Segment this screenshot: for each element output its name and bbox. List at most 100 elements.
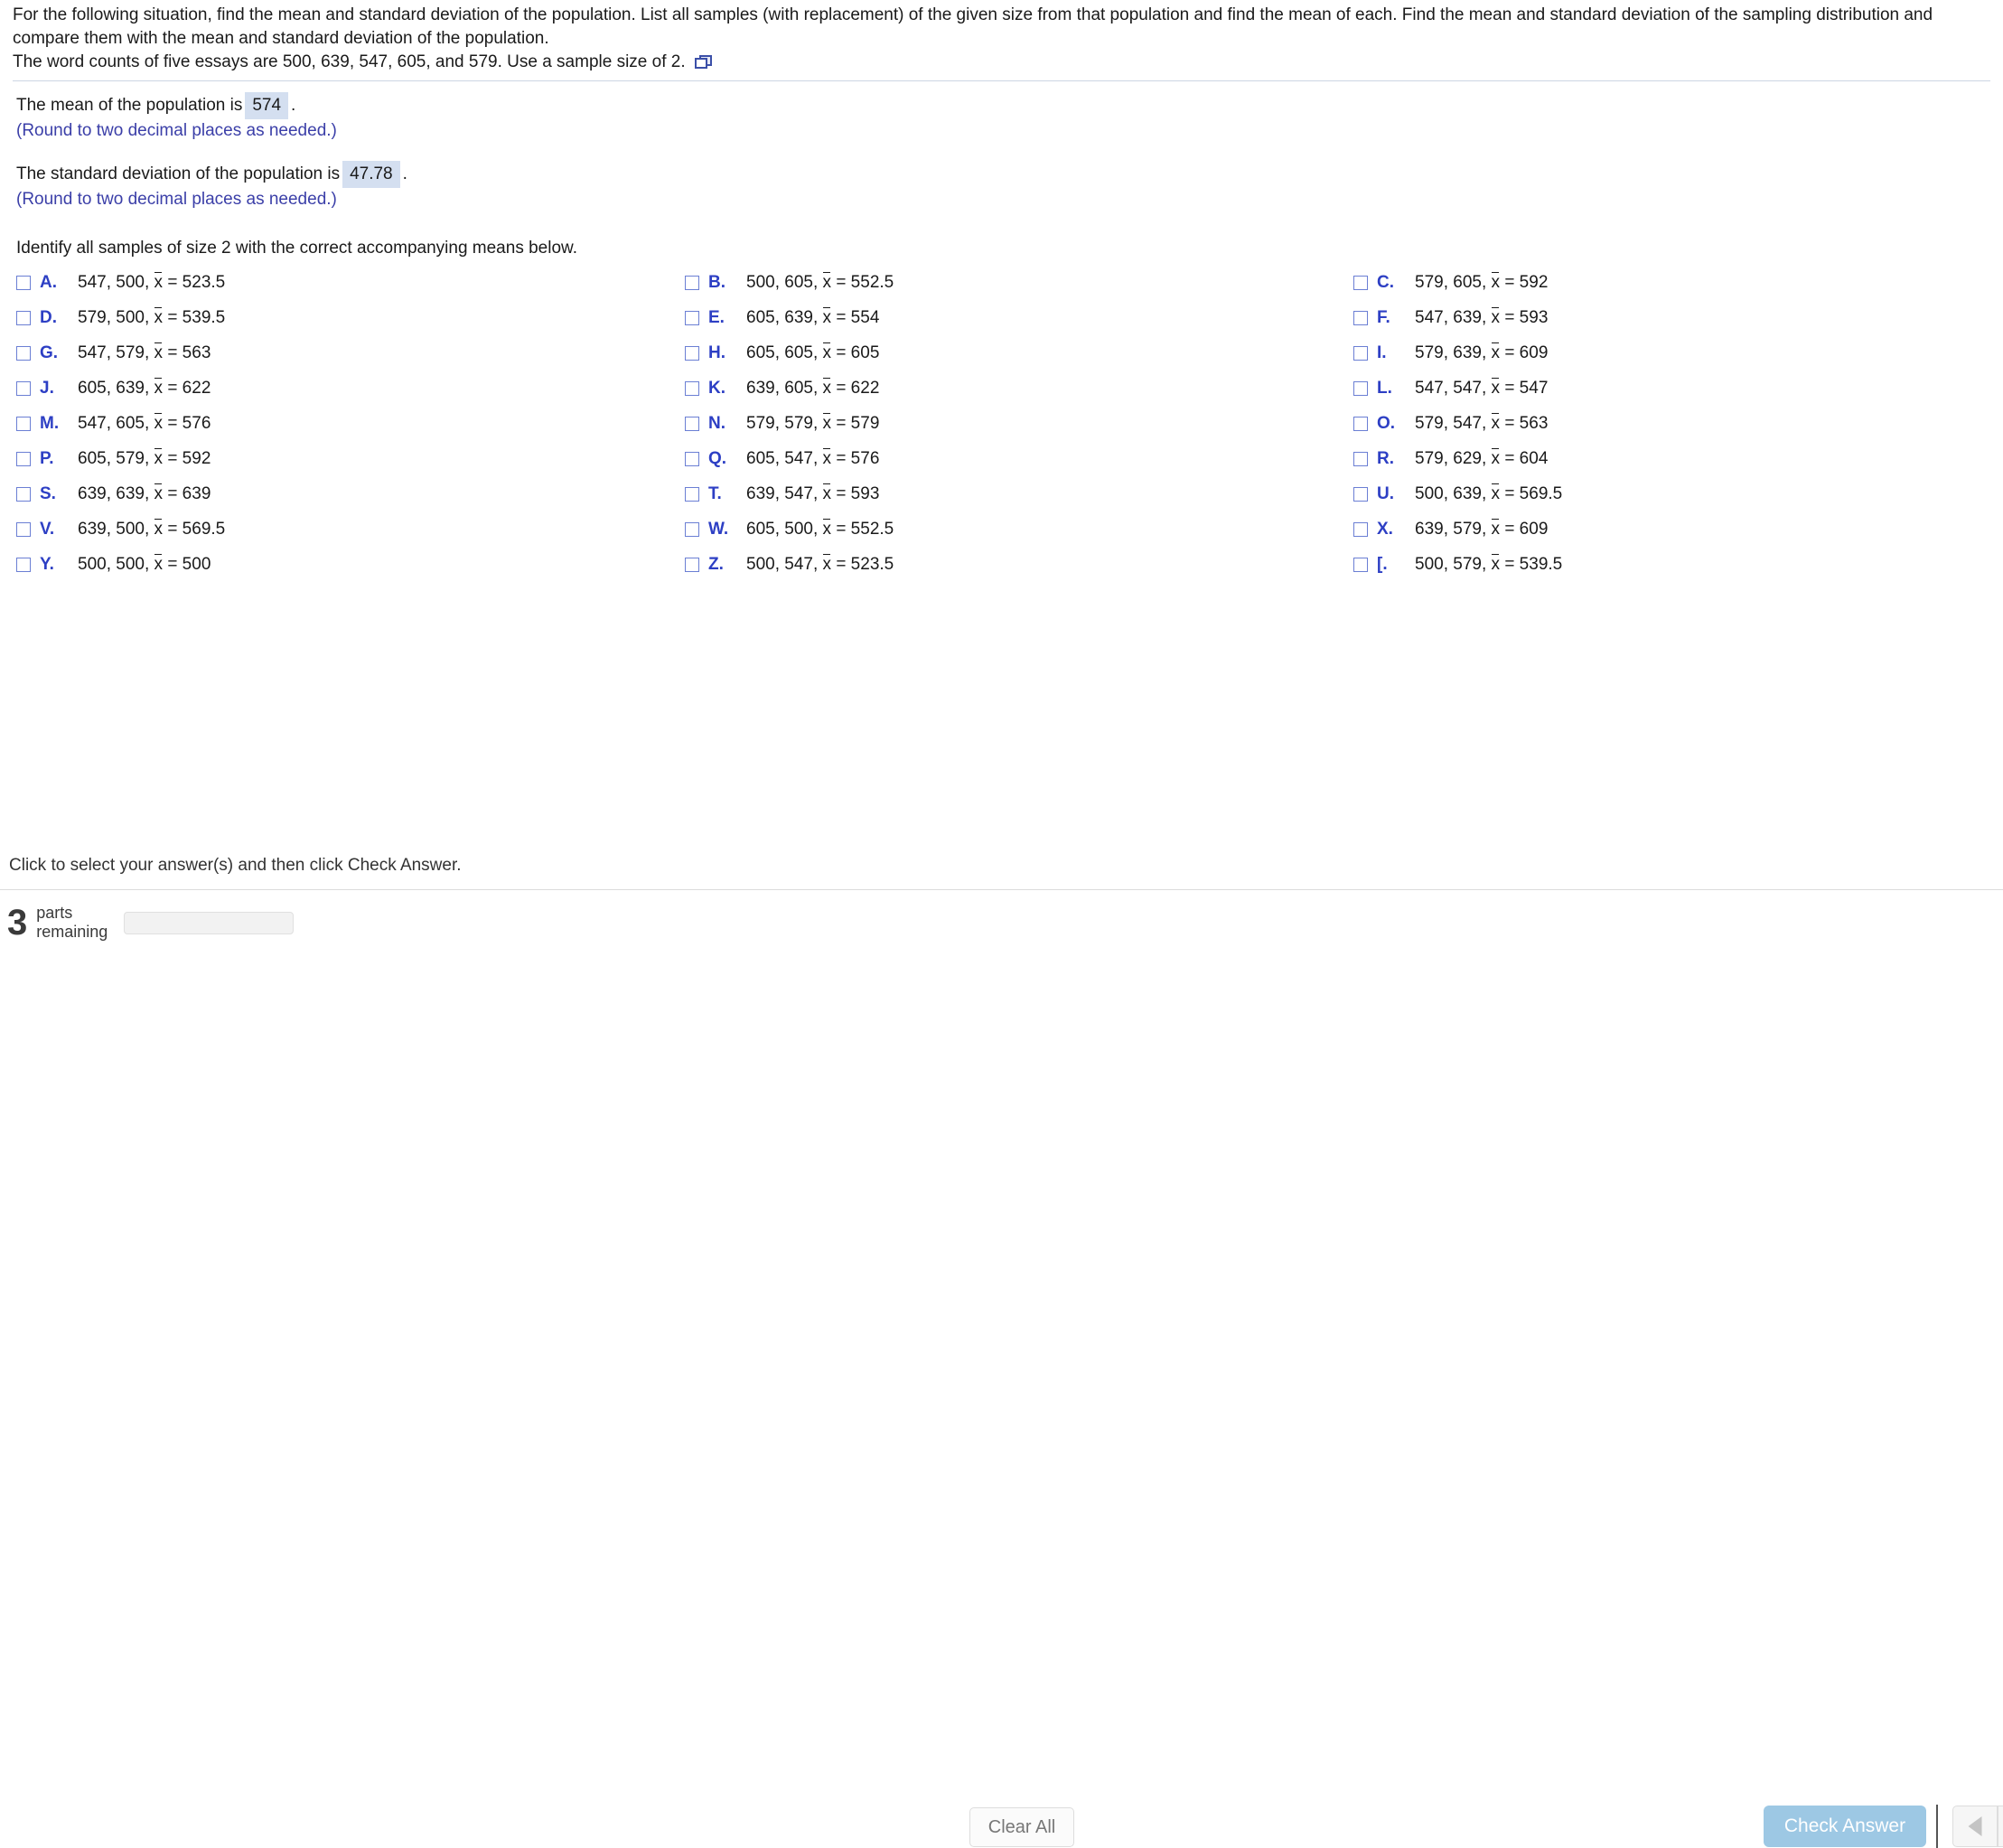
x-bar-symbol: x [154, 413, 164, 433]
option-sample-values: 547, 639, [1415, 308, 1487, 327]
question-text-line-1: For the following situation, find the me… [13, 5, 1933, 48]
option-sample-values: 500, 639, [1415, 484, 1487, 503]
option-mean-value: = 639 [167, 484, 211, 503]
option-row[interactable]: K. 639, 605, x = 622 [685, 377, 1353, 412]
option-row[interactable]: Y. 500, 500, x = 500 [16, 553, 685, 588]
option-checkbox[interactable] [16, 381, 31, 396]
check-answer-button[interactable]: Check Answer [1764, 1806, 1926, 1847]
x-bar-symbol: x [154, 519, 164, 539]
option-row[interactable]: M. 547, 605, x = 576 [16, 412, 685, 447]
option-checkbox[interactable] [685, 558, 699, 572]
option-checkbox[interactable] [1353, 276, 1368, 290]
sd-statement-suffix: . [402, 164, 407, 183]
option-row[interactable]: N. 579, 579, x = 579 [685, 412, 1353, 447]
option-checkbox[interactable] [1353, 311, 1368, 325]
option-row[interactable]: U. 500, 639, x = 569.5 [1353, 483, 1986, 518]
mean-answer-input[interactable]: 574 [245, 92, 289, 119]
option-mean-value: = 523.5 [836, 555, 894, 574]
option-row[interactable]: C. 579, 605, x = 592 [1353, 271, 1986, 306]
option-row[interactable]: V. 639, 500, x = 569.5 [16, 518, 685, 553]
question-data-sentence: The word counts of five essays are 500, … [13, 52, 686, 71]
option-row[interactable]: J. 605, 639, x = 622 [16, 377, 685, 412]
x-bar-symbol: x [1491, 413, 1501, 433]
option-letter: X. [1377, 520, 1393, 539]
option-row[interactable]: E. 605, 639, x = 554 [685, 306, 1353, 342]
option-text: 639, 547, x = 593 [746, 483, 879, 505]
option-row[interactable]: H. 605, 605, x = 605 [685, 342, 1353, 377]
option-checkbox[interactable] [1353, 558, 1368, 572]
option-checkbox[interactable] [16, 311, 31, 325]
option-row[interactable]: B. 500, 605, x = 552.5 [685, 271, 1353, 306]
option-text: 605, 605, x = 605 [746, 342, 879, 364]
option-row[interactable]: W. 605, 500, x = 552.5 [685, 518, 1353, 553]
option-sample-values: 605, 605, [746, 343, 819, 362]
popup-window-icon[interactable] [694, 55, 712, 70]
x-bar-symbol: x [1491, 307, 1501, 327]
option-mean-value: = 622 [836, 379, 880, 398]
option-letter: H. [708, 343, 725, 362]
option-row[interactable]: Z. 500, 547, x = 523.5 [685, 553, 1353, 588]
option-checkbox[interactable] [685, 452, 699, 466]
option-checkbox[interactable] [16, 417, 31, 431]
options-grid: A. 547, 500, x = 523.5 D. 579, 500, x = 539… [0, 271, 2003, 588]
option-checkbox[interactable] [685, 522, 699, 537]
x-bar-symbol: x [822, 483, 832, 503]
option-row[interactable]: R. 579, 629, x = 604 [1353, 447, 1986, 483]
option-checkbox[interactable] [1353, 346, 1368, 361]
option-checkbox[interactable] [16, 487, 31, 502]
option-checkbox[interactable] [16, 346, 31, 361]
previous-part-button[interactable] [1952, 1806, 1998, 1847]
option-checkbox[interactable] [685, 311, 699, 325]
option-sample-values: 639, 605, [746, 379, 819, 398]
option-sample-values: 579, 605, [1415, 273, 1487, 292]
option-row[interactable]: G. 547, 579, x = 563 [16, 342, 685, 377]
next-part-button[interactable] [1998, 1806, 2003, 1847]
option-mean-value: = 563 [167, 343, 211, 362]
option-checkbox[interactable] [1353, 522, 1368, 537]
option-row[interactable]: T. 639, 547, x = 593 [685, 483, 1353, 518]
option-text: 500, 547, x = 523.5 [746, 553, 894, 576]
option-checkbox[interactable] [685, 487, 699, 502]
option-mean-value: = 539.5 [1504, 555, 1563, 574]
option-letter: L. [1377, 379, 1392, 398]
option-mean-value: = 552.5 [836, 520, 894, 539]
option-column-2: C. 579, 605, x = 592 F. 547, 639, x = 593 I.… [1353, 271, 1986, 588]
clear-all-button[interactable]: Clear All [969, 1807, 1074, 1847]
mean-statement-suffix: . [291, 96, 296, 115]
x-bar-symbol: x [1491, 272, 1501, 292]
option-row[interactable]: S. 639, 639, x = 639 [16, 483, 685, 518]
option-mean-value: = 604 [1504, 449, 1549, 468]
option-row[interactable]: F. 547, 639, x = 593 [1353, 306, 1986, 342]
option-row[interactable]: D. 579, 500, x = 539.5 [16, 306, 685, 342]
option-letter: W. [708, 520, 729, 539]
option-checkbox[interactable] [685, 381, 699, 396]
option-checkbox[interactable] [1353, 452, 1368, 466]
option-row[interactable]: [. 500, 579, x = 539.5 [1353, 553, 1986, 588]
option-checkbox[interactable] [1353, 381, 1368, 396]
option-checkbox[interactable] [16, 522, 31, 537]
option-checkbox[interactable] [685, 417, 699, 431]
option-row[interactable]: O. 579, 547, x = 563 [1353, 412, 1986, 447]
option-checkbox[interactable] [16, 558, 31, 572]
option-row[interactable]: P. 605, 579, x = 592 [16, 447, 685, 483]
option-sample-values: 547, 579, [78, 343, 150, 362]
option-letter: S. [40, 484, 56, 503]
option-checkbox[interactable] [1353, 417, 1368, 431]
option-mean-value: = 592 [1504, 273, 1549, 292]
option-checkbox[interactable] [685, 276, 699, 290]
option-checkbox[interactable] [16, 452, 31, 466]
option-row[interactable]: A. 547, 500, x = 523.5 [16, 271, 685, 306]
option-letter: N. [708, 414, 725, 433]
sd-answer-input[interactable]: 47.78 [342, 161, 400, 188]
option-checkbox[interactable] [685, 346, 699, 361]
option-row[interactable]: Q. 605, 547, x = 576 [685, 447, 1353, 483]
option-row[interactable]: I. 579, 639, x = 609 [1353, 342, 1986, 377]
option-text: 605, 639, x = 622 [78, 377, 211, 399]
option-checkbox[interactable] [1353, 487, 1368, 502]
option-sample-values: 579, 629, [1415, 449, 1487, 468]
option-checkbox[interactable] [16, 276, 31, 290]
option-letter: M. [40, 414, 60, 433]
option-sample-values: 639, 579, [1415, 520, 1487, 539]
option-row[interactable]: X. 639, 579, x = 609 [1353, 518, 1986, 553]
option-row[interactable]: L. 547, 547, x = 547 [1353, 377, 1986, 412]
